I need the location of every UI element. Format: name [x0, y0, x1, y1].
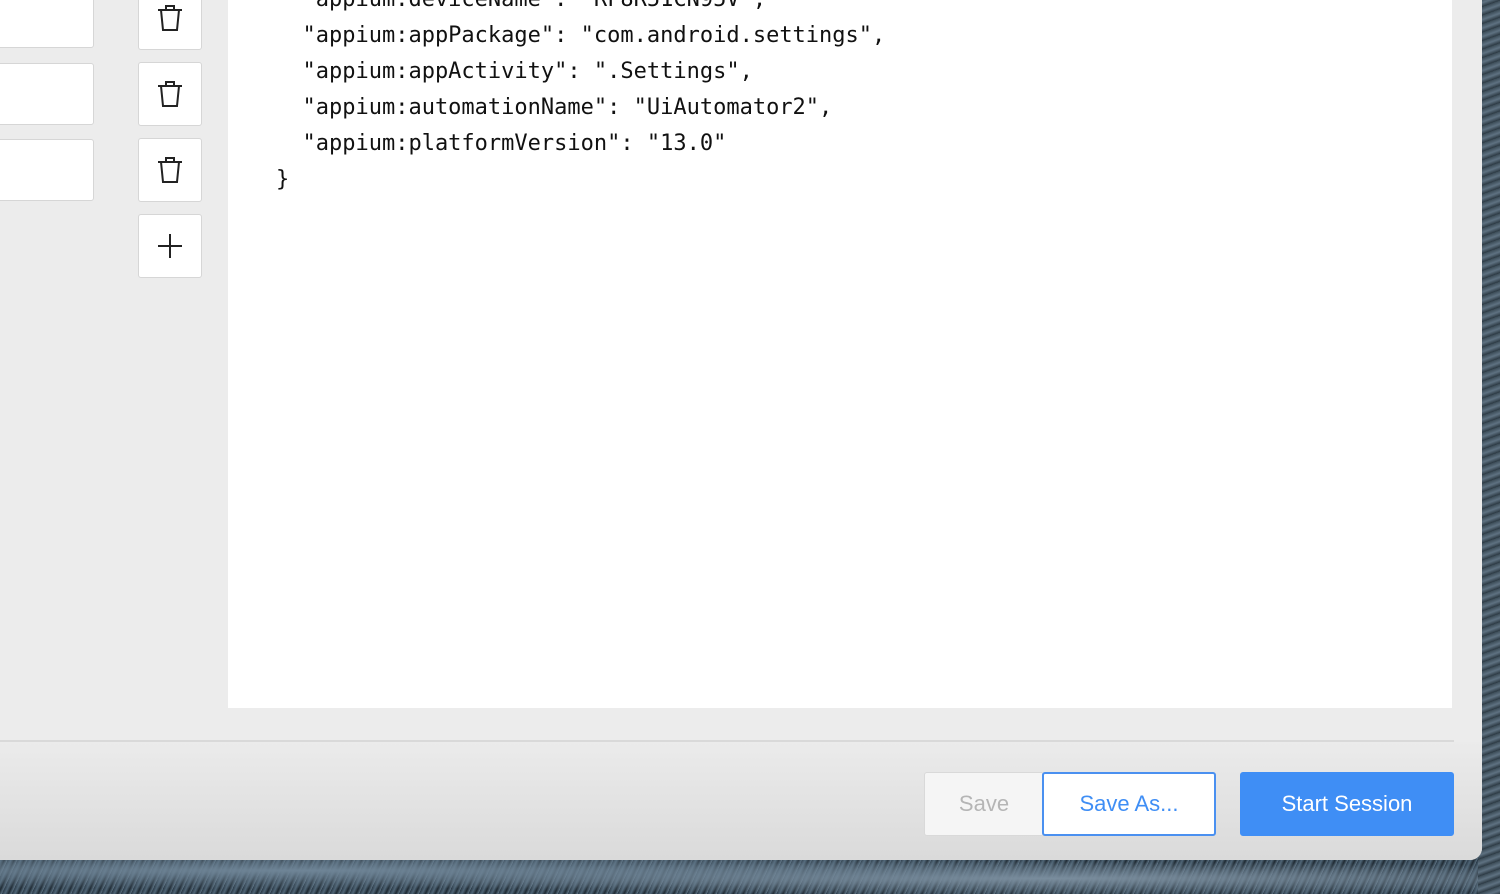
appium-session-window: "appium:deviceName": "RF8R51CN95V", "app…	[0, 0, 1482, 860]
trash-icon	[158, 81, 182, 107]
capability-value-field[interactable]	[0, 63, 94, 125]
desktop-background	[0, 855, 1500, 894]
trash-icon	[158, 5, 182, 31]
capability-value-field[interactable]	[0, 0, 94, 48]
footer-divider	[0, 740, 1454, 742]
delete-capability-button[interactable]	[138, 62, 202, 126]
json-line: "appium:automationName": "UiAutomator2",	[276, 95, 833, 120]
capabilities-json-editor[interactable]: "appium:deviceName": "RF8R51CN95V", "app…	[228, 0, 1452, 708]
json-line: "appium:platformVersion": "13.0"	[276, 131, 727, 156]
json-line: "appium:appPackage": "com.android.settin…	[276, 23, 886, 48]
save-button[interactable]: Save	[924, 772, 1044, 836]
json-line: "appium:deviceName": "RF8R51CN95V",	[276, 0, 766, 12]
capability-value-field[interactable]	[0, 139, 94, 201]
trash-icon	[158, 157, 182, 183]
delete-capability-button[interactable]	[138, 0, 202, 50]
json-code: "appium:deviceName": "RF8R51CN95V", "app…	[276, 0, 885, 198]
plus-icon	[158, 234, 182, 258]
delete-capability-button[interactable]	[138, 138, 202, 202]
start-session-button[interactable]: Start Session	[1240, 772, 1454, 836]
save-as-button[interactable]: Save As...	[1042, 772, 1216, 836]
json-line: }	[276, 167, 290, 192]
add-capability-button[interactable]	[138, 214, 202, 278]
json-line: "appium:appActivity": ".Settings",	[276, 59, 753, 84]
